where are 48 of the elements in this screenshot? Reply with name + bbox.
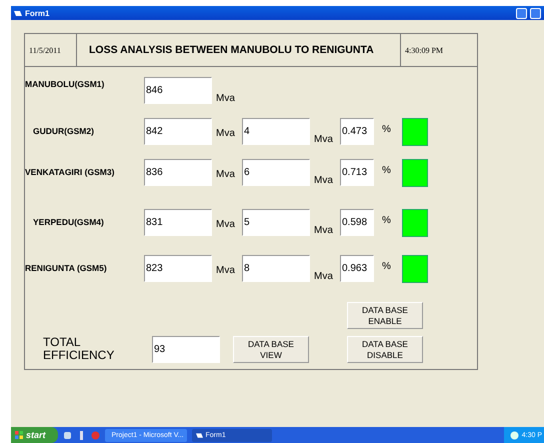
power-field[interactable]: 831 bbox=[144, 209, 212, 236]
station-label: VENKATAGIRI (GSM3) bbox=[25, 166, 116, 177]
desktop-icon[interactable] bbox=[62, 430, 72, 440]
unit-label: Mva bbox=[215, 218, 236, 230]
percent-field[interactable]: 0.473 bbox=[340, 118, 374, 145]
restore-button[interactable] bbox=[530, 8, 541, 18]
percent-field[interactable]: 0.713 bbox=[340, 159, 374, 186]
window-icon bbox=[14, 10, 22, 16]
efficiency-field[interactable]: 93 bbox=[152, 336, 220, 363]
unit-label: Mva bbox=[215, 92, 236, 104]
power-field[interactable]: 842 bbox=[144, 118, 212, 145]
power-field[interactable]: 846 bbox=[144, 77, 212, 104]
unit-label: Mva bbox=[215, 264, 236, 276]
power-field[interactable]: 823 bbox=[144, 255, 212, 282]
loss-field[interactable]: 8 bbox=[242, 255, 310, 282]
percent-label: % bbox=[381, 123, 392, 135]
percent-label: % bbox=[381, 260, 392, 272]
unit-label: Mva bbox=[215, 168, 236, 180]
form-heading: LOSS ANALYSIS BETWEEN MANUBOLU TO RENIGUNTA bbox=[77, 34, 401, 66]
station-label: MANUBOLU(GSM1) bbox=[25, 78, 106, 89]
loss-field[interactable]: 4 bbox=[242, 118, 310, 145]
time-label: 4:30:09 PM bbox=[404, 44, 444, 56]
power-field[interactable]: 836 bbox=[144, 159, 212, 186]
unit-label: Mva bbox=[215, 127, 236, 139]
percent-field[interactable]: 0.963 bbox=[340, 255, 374, 282]
unit-label: Mva bbox=[313, 133, 334, 145]
loss-field[interactable]: 6 bbox=[242, 159, 310, 186]
percent-field[interactable]: 0.598 bbox=[340, 209, 374, 236]
unit-label: Mva bbox=[313, 224, 334, 236]
total-label: TOTAL EFFICIENCY bbox=[42, 334, 116, 363]
percent-label: % bbox=[381, 164, 392, 176]
start-button[interactable]: start bbox=[11, 427, 58, 443]
network-icon[interactable] bbox=[510, 430, 519, 440]
enable-button[interactable]: DATA BASE ENABLE bbox=[347, 302, 423, 329]
percent-label: % bbox=[381, 214, 392, 226]
date-label: 11/5/2011 bbox=[25, 34, 77, 66]
station-label: GUDUR(GSM2) bbox=[32, 125, 95, 136]
minimize-button[interactable] bbox=[516, 8, 527, 18]
view-button[interactable]: DATA BASE VIEW bbox=[233, 336, 309, 363]
disable-button[interactable]: DATA BASE DISABLE bbox=[347, 336, 423, 363]
window-title: Form1 bbox=[25, 8, 50, 18]
station-label: YERPEDU(GSM4) bbox=[32, 216, 105, 227]
station-label: RENIGUNTA (GSM5) bbox=[25, 262, 108, 273]
window-icon bbox=[196, 432, 203, 438]
loss-field[interactable]: 5 bbox=[242, 209, 310, 236]
windows-flag-icon bbox=[15, 431, 23, 439]
unit-label: Mva bbox=[313, 270, 334, 282]
unit-label: Mva bbox=[313, 174, 334, 186]
